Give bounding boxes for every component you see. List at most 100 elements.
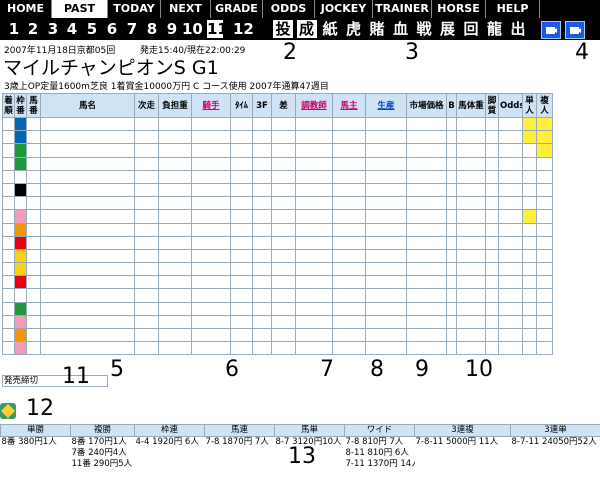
horse-name-link[interactable] <box>40 327 135 343</box>
owner-link[interactable] <box>332 327 366 343</box>
owner-link[interactable] <box>332 275 366 290</box>
nav-tab-grade[interactable]: GRADE <box>211 0 263 18</box>
breeder-link[interactable] <box>365 288 407 303</box>
next-race-link[interactable] <box>134 196 159 211</box>
next-race-link[interactable] <box>134 222 159 237</box>
jockey-link[interactable] <box>191 222 231 237</box>
trainer-link[interactable] <box>295 196 333 211</box>
horse-name-link[interactable] <box>40 182 135 198</box>
horse-name-link[interactable] <box>40 196 135 211</box>
next-race-link[interactable] <box>134 275 159 290</box>
owner-link[interactable] <box>332 182 366 198</box>
race-menu-item[interactable]: 投 <box>273 20 293 38</box>
jockey-link[interactable] <box>191 301 231 316</box>
horse-name-link[interactable] <box>40 222 135 237</box>
next-race-link[interactable] <box>134 169 159 184</box>
trainer-link[interactable] <box>295 301 333 316</box>
breeder-link[interactable] <box>365 196 407 211</box>
horse-name-link[interactable] <box>40 248 135 264</box>
race-number-5[interactable]: 5 <box>84 20 100 38</box>
race-number-6[interactable]: 6 <box>104 20 120 38</box>
race-menu-item[interactable]: 出 <box>508 20 528 38</box>
breeder-link[interactable] <box>365 235 407 250</box>
horse-name-link[interactable] <box>40 314 135 330</box>
breeder-link[interactable] <box>365 262 407 277</box>
next-race-link[interactable] <box>134 156 159 171</box>
breeder-link[interactable] <box>365 248 407 264</box>
jockey-link[interactable] <box>191 156 231 171</box>
jockey-link[interactable] <box>191 327 231 343</box>
owner-link[interactable] <box>332 196 366 211</box>
race-menu-item[interactable]: 成 <box>296 20 317 38</box>
next-race-link[interactable] <box>134 248 159 264</box>
nav-tab-jockey[interactable]: JOCKEY <box>315 0 373 18</box>
camera-icon-2[interactable] <box>565 21 585 39</box>
race-menu-item[interactable]: 戦 <box>414 20 434 38</box>
owner-link[interactable] <box>332 209 366 224</box>
jockey-link[interactable] <box>191 130 231 145</box>
breeder-link[interactable] <box>365 222 407 237</box>
horse-name-link[interactable] <box>40 116 135 132</box>
owner-link[interactable] <box>332 156 366 171</box>
race-number-10[interactable]: 10 <box>182 20 203 38</box>
next-race-link[interactable] <box>134 301 159 316</box>
next-race-link[interactable] <box>134 130 159 145</box>
breeder-link[interactable] <box>365 275 407 290</box>
trainer-link[interactable] <box>295 235 333 250</box>
column-header[interactable]: 調教師 <box>295 93 333 118</box>
trainer-link[interactable] <box>295 341 333 356</box>
next-race-link[interactable] <box>134 341 159 356</box>
nav-tab-past[interactable]: PAST <box>52 0 108 18</box>
trainer-link[interactable] <box>295 262 333 277</box>
jockey-link[interactable] <box>191 248 231 264</box>
owner-link[interactable] <box>332 235 366 250</box>
jockey-link[interactable] <box>191 341 231 356</box>
jockey-link[interactable] <box>191 169 231 184</box>
camera-icon[interactable] <box>541 21 561 39</box>
next-race-link[interactable] <box>134 143 159 158</box>
horse-name-link[interactable] <box>40 341 135 356</box>
owner-link[interactable] <box>332 222 366 237</box>
owner-link[interactable] <box>332 314 366 330</box>
race-number-8[interactable]: 8 <box>144 20 160 38</box>
trainer-link[interactable] <box>295 275 333 290</box>
trainer-link[interactable] <box>295 182 333 198</box>
trainer-link[interactable] <box>295 288 333 303</box>
nav-tab-horse[interactable]: HORSE <box>432 0 486 18</box>
next-race-link[interactable] <box>134 327 159 343</box>
horse-name-link[interactable] <box>40 169 135 184</box>
race-menu-item[interactable]: 血 <box>391 20 411 38</box>
jockey-link[interactable] <box>191 116 231 132</box>
horse-name-link[interactable] <box>40 275 135 290</box>
trainer-link[interactable] <box>295 327 333 343</box>
owner-link[interactable] <box>332 262 366 277</box>
horse-name-link[interactable] <box>40 143 135 158</box>
race-menu-item[interactable]: 回 <box>461 20 481 38</box>
race-menu-item[interactable]: 紙 <box>320 20 340 38</box>
column-header[interactable]: 馬主 <box>332 93 366 118</box>
next-race-link[interactable] <box>134 235 159 250</box>
trainer-link[interactable] <box>295 222 333 237</box>
nav-tab-odds[interactable]: ODDS <box>263 0 315 18</box>
next-race-link[interactable] <box>134 262 159 277</box>
horse-name-link[interactable] <box>40 156 135 171</box>
nav-tab-next[interactable]: NEXT <box>161 0 211 18</box>
nav-tab-trainer[interactable]: TRAINER <box>373 0 432 18</box>
trainer-link[interactable] <box>295 209 333 224</box>
breeder-link[interactable] <box>365 314 407 330</box>
owner-link[interactable] <box>332 288 366 303</box>
jockey-link[interactable] <box>191 262 231 277</box>
breeder-link[interactable] <box>365 130 407 145</box>
trainer-link[interactable] <box>295 130 333 145</box>
race-menu-item[interactable]: 虎 <box>344 20 364 38</box>
jockey-link[interactable] <box>191 182 231 198</box>
race-number-12[interactable]: 12 <box>233 20 254 38</box>
jockey-link[interactable] <box>191 275 231 290</box>
trainer-link[interactable] <box>295 314 333 330</box>
owner-link[interactable] <box>332 248 366 264</box>
horse-name-link[interactable] <box>40 130 135 145</box>
next-race-link[interactable] <box>134 209 159 224</box>
jockey-link[interactable] <box>191 143 231 158</box>
breeder-link[interactable] <box>365 169 407 184</box>
trainer-link[interactable] <box>295 169 333 184</box>
